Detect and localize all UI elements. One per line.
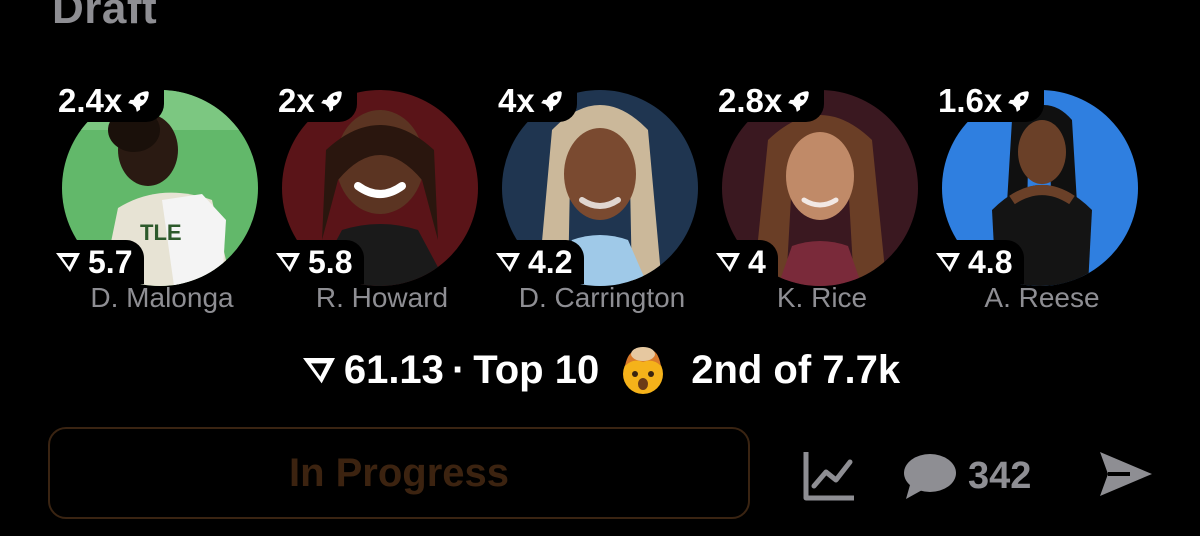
multiplier-badge: 2.4x (52, 80, 165, 122)
summary-separator: · (451, 347, 466, 392)
comments-button[interactable]: 342 (902, 450, 1031, 502)
player-name: D. Carrington (518, 282, 686, 313)
multiplier-value: 1.6x (938, 82, 1003, 119)
rocket-icon (1008, 91, 1029, 112)
rocket-icon (320, 91, 342, 112)
score-logo-icon (496, 253, 520, 272)
in-progress-label: In Progress (288, 450, 510, 495)
score-logo-icon (302, 358, 335, 384)
draft-summary: 61.13 · Top 10 2nd of 7.7k (0, 342, 1200, 398)
score-value: 4.8 (968, 243, 1013, 280)
player-lineup: TLE 2.4x 5.7 D. Malonga 2x 5.8 R. Howard… (0, 0, 1200, 330)
player-card[interactable]: 2x 5.8 R. Howard (272, 80, 492, 330)
score-logo-icon (716, 253, 740, 272)
chart-icon[interactable] (800, 446, 858, 504)
multiplier-badge: 2x (272, 80, 357, 122)
in-progress-button[interactable]: In Progress (48, 427, 750, 519)
multiplier-value: 2.4x (58, 82, 123, 119)
total-score: 61.13 (343, 347, 444, 392)
tier-label: Top 10 (473, 347, 600, 392)
score-logo-icon (936, 253, 960, 272)
player-card[interactable]: TLE 2.4x 5.7 D. Malonga (52, 80, 272, 330)
player-name: R. Howard (315, 282, 449, 313)
rank-label: 2nd of 7.7k (691, 347, 901, 392)
multiplier-value: 2x (278, 82, 315, 119)
score-logo-icon (56, 253, 80, 272)
player-name: A. Reese (984, 282, 1100, 313)
multiplier-value: 2.8x (718, 82, 783, 119)
score-badge: 5.7 (52, 240, 145, 284)
multiplier-value: 4x (498, 82, 535, 119)
multiplier-badge: 1.6x (932, 80, 1045, 122)
rocket-icon (788, 91, 809, 112)
player-name: K. Rice (776, 282, 868, 313)
score-value: 5.8 (308, 243, 353, 280)
comment-icon (904, 454, 956, 499)
score-badge: 4 (712, 240, 778, 284)
comment-count: 342 (968, 454, 1032, 497)
player-name: D. Malonga (90, 282, 234, 313)
rocket-icon (128, 91, 149, 112)
score-value: 5.7 (88, 243, 133, 280)
svg-text:TLE: TLE (140, 220, 182, 245)
action-bar: 342 (800, 440, 1180, 510)
score-badge: 4.8 (932, 240, 1025, 284)
multiplier-badge: 4x (492, 80, 577, 122)
score-badge: 4.2 (492, 240, 585, 284)
exploding-head-icon (623, 347, 664, 394)
score-value: 4.2 (528, 243, 573, 280)
rocket-icon (540, 91, 562, 112)
score-value: 4 (748, 243, 766, 280)
send-icon[interactable] (1096, 446, 1156, 502)
player-card[interactable]: 2.8x 4 K. Rice (712, 80, 932, 330)
score-logo-icon (276, 253, 300, 272)
player-card[interactable]: 1.6x 4.8 A. Reese (932, 80, 1152, 330)
multiplier-badge: 2.8x (712, 80, 825, 122)
score-badge: 5.8 (272, 240, 365, 284)
player-card[interactable]: 4x 4.2 D. Carrington (492, 80, 712, 330)
